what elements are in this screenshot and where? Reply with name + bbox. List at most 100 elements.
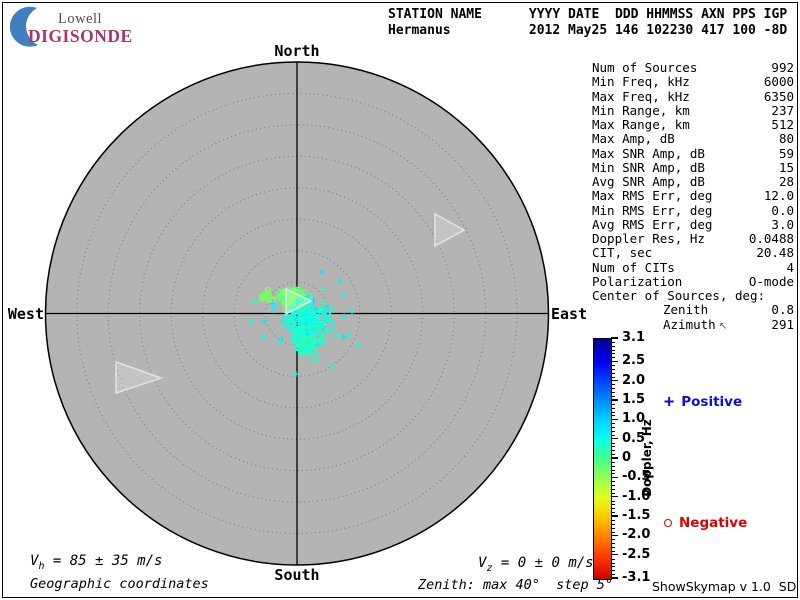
colorbar-tick-label: -1.5 [622,508,651,524]
colorbar-minor-tick [611,396,615,398]
stat-row: Min Range, km 237 [592,102,794,118]
stat-row: Num of Sources 992 [592,60,794,75]
stat-row: CIT, sec 20.48 [592,245,794,261]
stat-row: Avg SNR Amp, dB 28 [592,174,794,189]
colorbar-minor-tick [611,446,615,448]
colorbar-minor-tick [611,570,615,572]
colorbar-minor-tick [611,469,615,471]
compass-north-label: North [274,42,320,60]
compass-east-label: East [551,305,588,323]
coordinate-system-label: Geographic coordinates [30,576,209,592]
colorbar-minor-tick [611,508,615,510]
colorbar-minor-tick [611,527,615,529]
colorbar-major-tick [611,379,618,382]
colorbar-minor-tick [611,519,615,521]
colorbar-minor-tick [611,430,615,432]
legend-negative-label: Negative [679,515,748,531]
colorbar-minor-tick [611,512,615,514]
stats-panel: Num of Sources 992 Min Freq, kHz 6000 Max Fr… [592,60,794,334]
colorbar-major-tick [611,418,618,420]
colorbar-minor-tick [611,384,615,386]
stat-row: Min RMS Err, deg 0.0 [592,202,794,218]
stat-row: Max RMS Err, deg 12.0 [592,188,794,204]
compass-west-label: West [7,305,44,323]
legend-negative: Negative [664,515,747,531]
colorbar-tick-label: -3.1 [622,570,651,586]
colorbar-tick-label: 0 [622,450,632,466]
colorbar-minor-tick [611,341,615,343]
colorbar-minor-tick [611,465,615,467]
logo-digisonde-text: DIGISONDE [28,26,133,46]
colorbar-minor-tick [611,492,615,494]
colorbar-tick-label: 3.1 [622,330,646,346]
colorbar-minor-tick [611,574,615,576]
colorbar-tick-label: 1.5 [622,392,646,408]
legend-positive: + Positive [664,391,743,412]
colorbar-minor-tick [611,411,615,413]
colorbar-minor-tick [611,388,615,390]
stat-row: Num of CITs 4 [592,259,794,275]
colorbar-tick-label: -2.0 [622,527,651,543]
colorbar-minor-tick [611,504,615,506]
legend-positive-label: Positive [681,394,743,410]
colorbar-major-tick [611,476,618,479]
colorbar-minor-tick [611,543,615,545]
stat-row: Center of Sources, deg: [592,288,766,303]
colorbar-minor-tick [611,523,615,525]
colorbar-minor-tick [611,368,615,370]
colorbar-minor-tick [611,450,615,452]
colorbar-minor-tick [611,349,615,351]
colorbar-minor-tick [611,442,615,444]
stat-row: Doppler Res, Hz 0.0488 [592,231,794,246]
colorbar-tick-label: 2.5 [622,353,646,369]
colorbar-minor-tick [611,473,615,475]
colorbar-minor-tick [611,407,615,409]
version-text: ShowSkymap v 1.0 SD v 5.1 [652,579,797,594]
colorbar-minor-tick [611,461,615,463]
colorbar-minor-tick [611,454,615,456]
colorbar-minor-tick [611,392,615,394]
stat-row: Avg RMS Err, deg 3.0 [592,216,794,232]
colorbar-minor-tick [611,558,615,560]
colorbar-minor-tick [611,403,615,405]
colorbar-minor-tick [611,376,615,378]
stat-row: Max Freq, kHz 6350 [592,88,794,104]
compass-south-label: South [274,566,320,584]
colorbar-minor-tick [611,550,615,552]
colorbar-minor-tick [611,547,615,549]
colorbar-tick-label: -2.5 [622,546,651,562]
colorbar-minor-tick [611,485,615,487]
doppler-axis-label: Doppler, Hz [640,419,654,497]
stat-row: Zenith 0.8 [663,302,794,318]
colorbar-minor-tick [611,531,615,533]
colorbar-minor-tick [611,566,615,568]
stat-row: Max SNR Amp, dB 59 [592,145,794,161]
colorbar-major-tick [611,337,618,339]
stat-row: Max Range, km 512 [592,117,794,132]
colorbar-minor-tick [611,562,615,564]
plus-symbol-icon: + [664,391,675,412]
zenith-scale-label: Zenith: max 40° step 5° [418,577,614,593]
colorbar-major-tick [611,399,618,401]
header-column-names: STATION NAME YYYY DATE DDD HHMMSS AXN PP… [388,7,788,22]
colorbar-minor-tick [611,415,615,417]
colorbar-minor-tick [611,500,615,502]
header-station-values: Hermanus 2012 May25 146 102230 417 100 -… [388,23,788,38]
colorbar-minor-tick [611,539,615,541]
colorbar-tick-label: 2.0 [622,372,646,388]
stat-row: Min SNR Amp, dB 15 [592,159,794,175]
circle-symbol-icon [664,519,672,527]
colorbar-minor-tick [611,481,615,483]
colorbar-minor-tick [611,365,615,367]
stat-row: Max Amp, dB 80 [592,131,794,147]
lowell-digisonde-logo: Lowell DIGISONDE [10,5,140,47]
vertical-velocity-value: Vz = 0 ± 0 m/s [478,555,594,574]
colorbar-minor-tick [611,357,615,359]
colorbar-minor-tick [611,434,615,436]
colorbar-major-tick [611,360,618,362]
colorbar-minor-tick [611,488,615,490]
colorbar-minor-tick [611,427,615,429]
colorbar-minor-tick [611,345,615,347]
colorbar-major-tick [611,534,618,537]
stat-row: Polarization O-mode [592,273,794,289]
